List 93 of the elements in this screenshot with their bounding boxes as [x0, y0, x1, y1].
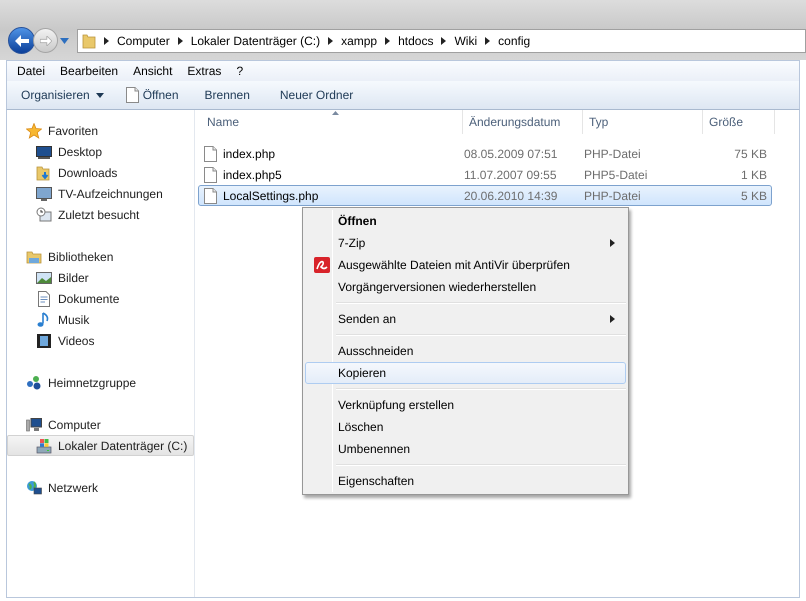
file-row[interactable]: index.php5 11.07.2007 09:55 PHP5-Datei 1 KB: [198, 164, 772, 185]
monitor-icon: [36, 186, 52, 202]
drive-icon: [36, 438, 52, 454]
type-cell-text: PHP-Datei: [583, 146, 642, 162]
chevron-icon: [328, 37, 334, 45]
menu-item[interactable]: Bearbeiten: [60, 62, 118, 80]
date-cell-text: 11.07.2007 09:55: [463, 166, 558, 184]
arrow-right-icon: [40, 36, 52, 46]
type-cell-text: PHP-Datei: [583, 188, 642, 204]
nav-item[interactable]: Lokaler Datenträger (C:): [7, 435, 194, 456]
folder-icon: [82, 33, 96, 49]
film-icon: [36, 332, 52, 348]
chevron-icon: [441, 37, 446, 45]
submenu-arrow-icon: [610, 239, 615, 247]
size-cell-text: 5 KB: [740, 188, 767, 204]
breadcrumb-item[interactable]: config: [498, 32, 530, 50]
nav-item[interactable]: Netzwerk: [7, 477, 194, 498]
nav-item[interactable]: Computer: [7, 414, 194, 435]
organize-button[interactable]: Organisieren: [19, 86, 106, 104]
file-icon: [204, 146, 217, 162]
column-header[interactable]: Änderungsdatum: [463, 110, 583, 134]
column-header[interactable]: Größe: [703, 110, 775, 134]
nav-item[interactable]: Heimnetzgruppe: [7, 372, 194, 393]
clock-window-icon: [36, 206, 52, 222]
breadcrumb-item[interactable]: Lokaler Datenträger (C:): [190, 32, 320, 50]
menu-item[interactable]: 7-Zip: [305, 232, 626, 254]
monitor-icon: [36, 144, 52, 160]
landscape-icon: [36, 270, 52, 286]
menu-item[interactable]: Extras: [187, 62, 222, 80]
nav-item[interactable]: TV-Aufzeichnungen: [7, 183, 194, 204]
size-cell-text: 1 KB: [740, 166, 767, 184]
nav-item[interactable]: Zuletzt besucht: [7, 204, 194, 225]
menu-item[interactable]: Senden an: [305, 308, 626, 330]
menu-item[interactable]: Eigenschaften: [305, 470, 626, 492]
menu-item[interactable]: Kopieren: [305, 362, 626, 384]
column-header[interactable]: Name: [201, 110, 463, 134]
breadcrumb-item[interactable]: xampp: [341, 32, 378, 50]
nav-item[interactable]: Desktop: [7, 141, 194, 162]
breadcrumb-item[interactable]: Computer: [117, 32, 170, 50]
menu-item[interactable]: Ausschneiden: [305, 340, 626, 362]
folder-icon: [26, 248, 42, 264]
column-header[interactable]: Typ: [583, 110, 703, 134]
nav-item[interactable]: Dokumente: [7, 288, 194, 309]
menu-item[interactable]: Verknüpfung erstellen: [305, 394, 626, 416]
file-row[interactable]: index.php 08.05.2009 07:51 PHP-Datei 75 KB: [198, 143, 772, 164]
arrow-left-icon: [14, 34, 28, 46]
size-cell-text: 75 KB: [733, 146, 767, 162]
address-bar[interactable]: Computer Lokaler Datenträger (C:) xampp htdocs Wiki config: [77, 29, 806, 53]
document-icon: [36, 290, 52, 306]
open-button[interactable]: Öffnen: [124, 86, 181, 104]
file-icon: [126, 87, 139, 103]
caret-icon: [96, 92, 104, 98]
globe-monitor-icon: [26, 480, 42, 496]
nav-item[interactable]: Downloads: [7, 162, 194, 183]
type-cell-text: PHP5-Datei: [583, 166, 648, 184]
toolbar-button[interactable]: Brennen: [202, 86, 252, 104]
menu-item[interactable]: Vorgängerversionen wiederherstellen: [305, 276, 626, 298]
file-row[interactable]: LocalSettings.php 20.06.2010 14:39 PHP-Datei 5 KB: [198, 185, 772, 206]
homegroup-icon: [26, 374, 42, 390]
menu-item[interactable]: Ausgewählte Dateien mit AntiVir überprüfen: [305, 254, 626, 276]
antivirus-icon: [314, 257, 330, 273]
menu-item[interactable]: ?: [236, 62, 244, 80]
menu-item[interactable]: Öffnen: [305, 210, 626, 232]
file-icon: [204, 166, 217, 182]
breadcrumb-item[interactable]: htdocs: [398, 32, 434, 50]
menu-item[interactable]: Ansicht: [133, 62, 172, 80]
file-name: index.php: [223, 146, 276, 162]
date-cell-text: 08.05.2009 07:51: [463, 146, 558, 162]
chevron-icon: [385, 37, 390, 45]
nav-item[interactable]: Favoriten: [7, 120, 194, 141]
back-button[interactable]: [8, 27, 35, 54]
menu-item[interactable]: Umbenennen: [305, 438, 626, 460]
nav-item[interactable]: Videos: [7, 330, 194, 351]
computer-icon: [26, 416, 42, 432]
caret-icon: [60, 38, 69, 44]
chevron-icon: [485, 37, 490, 45]
nav-item[interactable]: Bilder: [7, 267, 194, 288]
file-icon: [204, 188, 217, 204]
nav-item[interactable]: Musik: [7, 309, 194, 330]
chevron-icon: [104, 37, 109, 45]
star-icon: [26, 122, 42, 138]
sort-arrow-icon: [332, 111, 338, 115]
nav-item[interactable]: Bibliotheken: [7, 246, 194, 267]
menu-item[interactable]: Löschen: [305, 416, 626, 438]
submenu-arrow-icon: [610, 315, 615, 323]
date-cell-text: 20.06.2010 14:39: [463, 188, 558, 204]
breadcrumb-item[interactable]: Wiki: [454, 32, 478, 50]
file-name: index.php5: [223, 166, 282, 184]
chevron-icon: [178, 37, 183, 45]
file-name: LocalSettings.php: [223, 188, 318, 204]
menu-item[interactable]: Datei: [17, 62, 46, 80]
toolbar-button[interactable]: Neuer Ordner: [278, 86, 356, 104]
folder-arrow-icon: [36, 164, 52, 180]
